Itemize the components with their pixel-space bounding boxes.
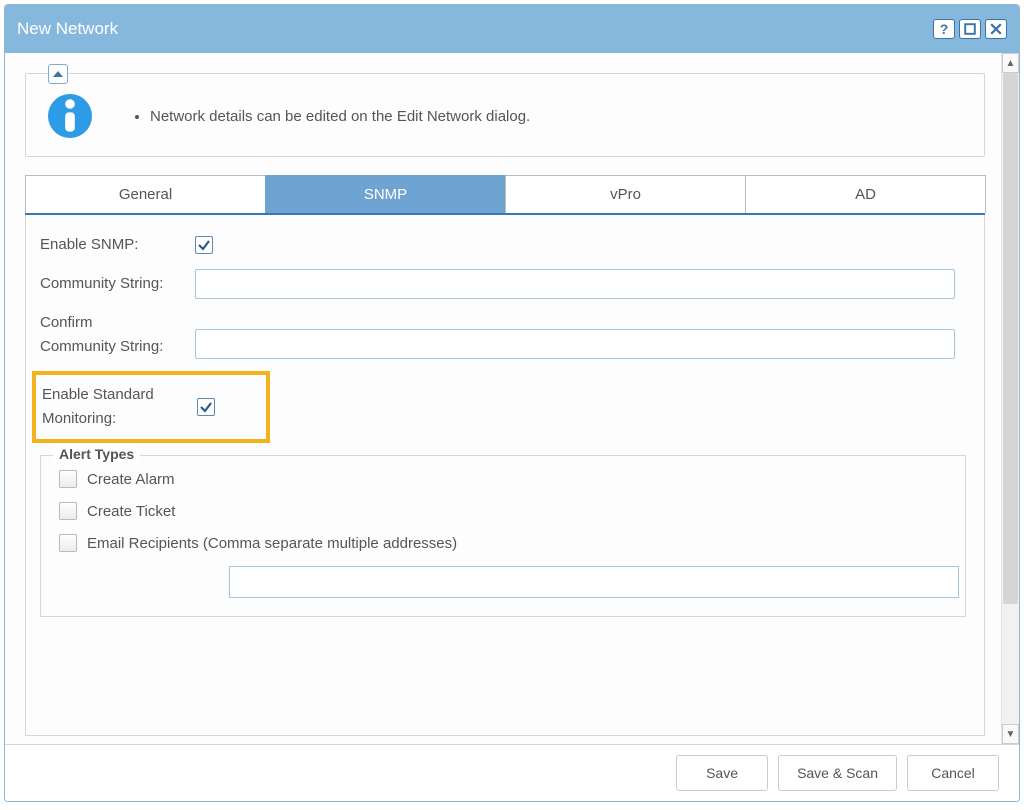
dialog-footer: Save Save & Scan Cancel — [5, 744, 1019, 801]
create-alarm-checkbox[interactable] — [59, 470, 77, 488]
snmp-panel: Enable SNMP: Community String: Confirm C… — [25, 215, 985, 736]
window-buttons: ? — [933, 19, 1007, 39]
info-icon — [48, 94, 92, 138]
enable-snmp-label: Enable SNMP: — [40, 233, 195, 257]
email-recipients-input[interactable] — [229, 566, 959, 598]
info-message: Network details can be edited on the Edi… — [150, 108, 530, 125]
dialog-body: Network details can be edited on the Edi… — [5, 53, 1001, 744]
tab-vpro[interactable]: vPro — [505, 175, 746, 213]
create-ticket-checkbox[interactable] — [59, 502, 77, 520]
tab-snmp[interactable]: SNMP — [265, 175, 506, 213]
titlebar: New Network ? — [5, 5, 1019, 53]
save-and-scan-button[interactable]: Save & Scan — [778, 755, 897, 791]
maximize-button[interactable] — [959, 19, 981, 39]
email-recipients-label: Email Recipients (Comma separate multipl… — [87, 535, 457, 552]
vertical-scrollbar[interactable]: ▲ ▼ — [1001, 53, 1019, 744]
scroll-up-button[interactable]: ▲ — [1002, 53, 1019, 73]
enable-standard-monitoring-checkbox[interactable] — [197, 398, 215, 416]
enable-standard-monitoring-highlight: Enable Standard Monitoring: — [32, 371, 270, 443]
email-recipients-checkbox[interactable] — [59, 534, 77, 552]
dialog-window: New Network ? Network details can be edi… — [4, 4, 1020, 802]
dialog-title: New Network — [17, 19, 118, 39]
enable-standard-monitoring-label: Enable Standard Monitoring: — [42, 383, 197, 431]
community-string-input[interactable] — [195, 269, 955, 299]
info-text: Network details can be edited on the Edi… — [132, 108, 530, 125]
help-button[interactable]: ? — [933, 19, 955, 39]
collapse-toggle[interactable] — [48, 64, 68, 84]
tab-bar: General SNMP vPro AD — [25, 175, 985, 215]
cancel-button[interactable]: Cancel — [907, 755, 999, 791]
close-button[interactable] — [985, 19, 1007, 39]
confirm-community-label: Confirm Community String: — [40, 311, 195, 359]
scroll-thumb[interactable] — [1003, 73, 1018, 604]
create-ticket-label: Create Ticket — [87, 503, 175, 520]
save-button[interactable]: Save — [676, 755, 768, 791]
tab-general[interactable]: General — [25, 175, 266, 213]
enable-snmp-checkbox[interactable] — [195, 236, 213, 254]
scroll-down-button[interactable]: ▼ — [1002, 724, 1019, 744]
info-panel: Network details can be edited on the Edi… — [25, 73, 985, 157]
create-alarm-label: Create Alarm — [87, 471, 175, 488]
tab-ad[interactable]: AD — [745, 175, 986, 213]
community-string-label: Community String: — [40, 272, 195, 296]
alert-types-legend: Alert Types — [53, 446, 140, 462]
confirm-community-input[interactable] — [195, 329, 955, 359]
alert-types-fieldset: Alert Types Create Alarm Create Ticket — [40, 455, 966, 617]
